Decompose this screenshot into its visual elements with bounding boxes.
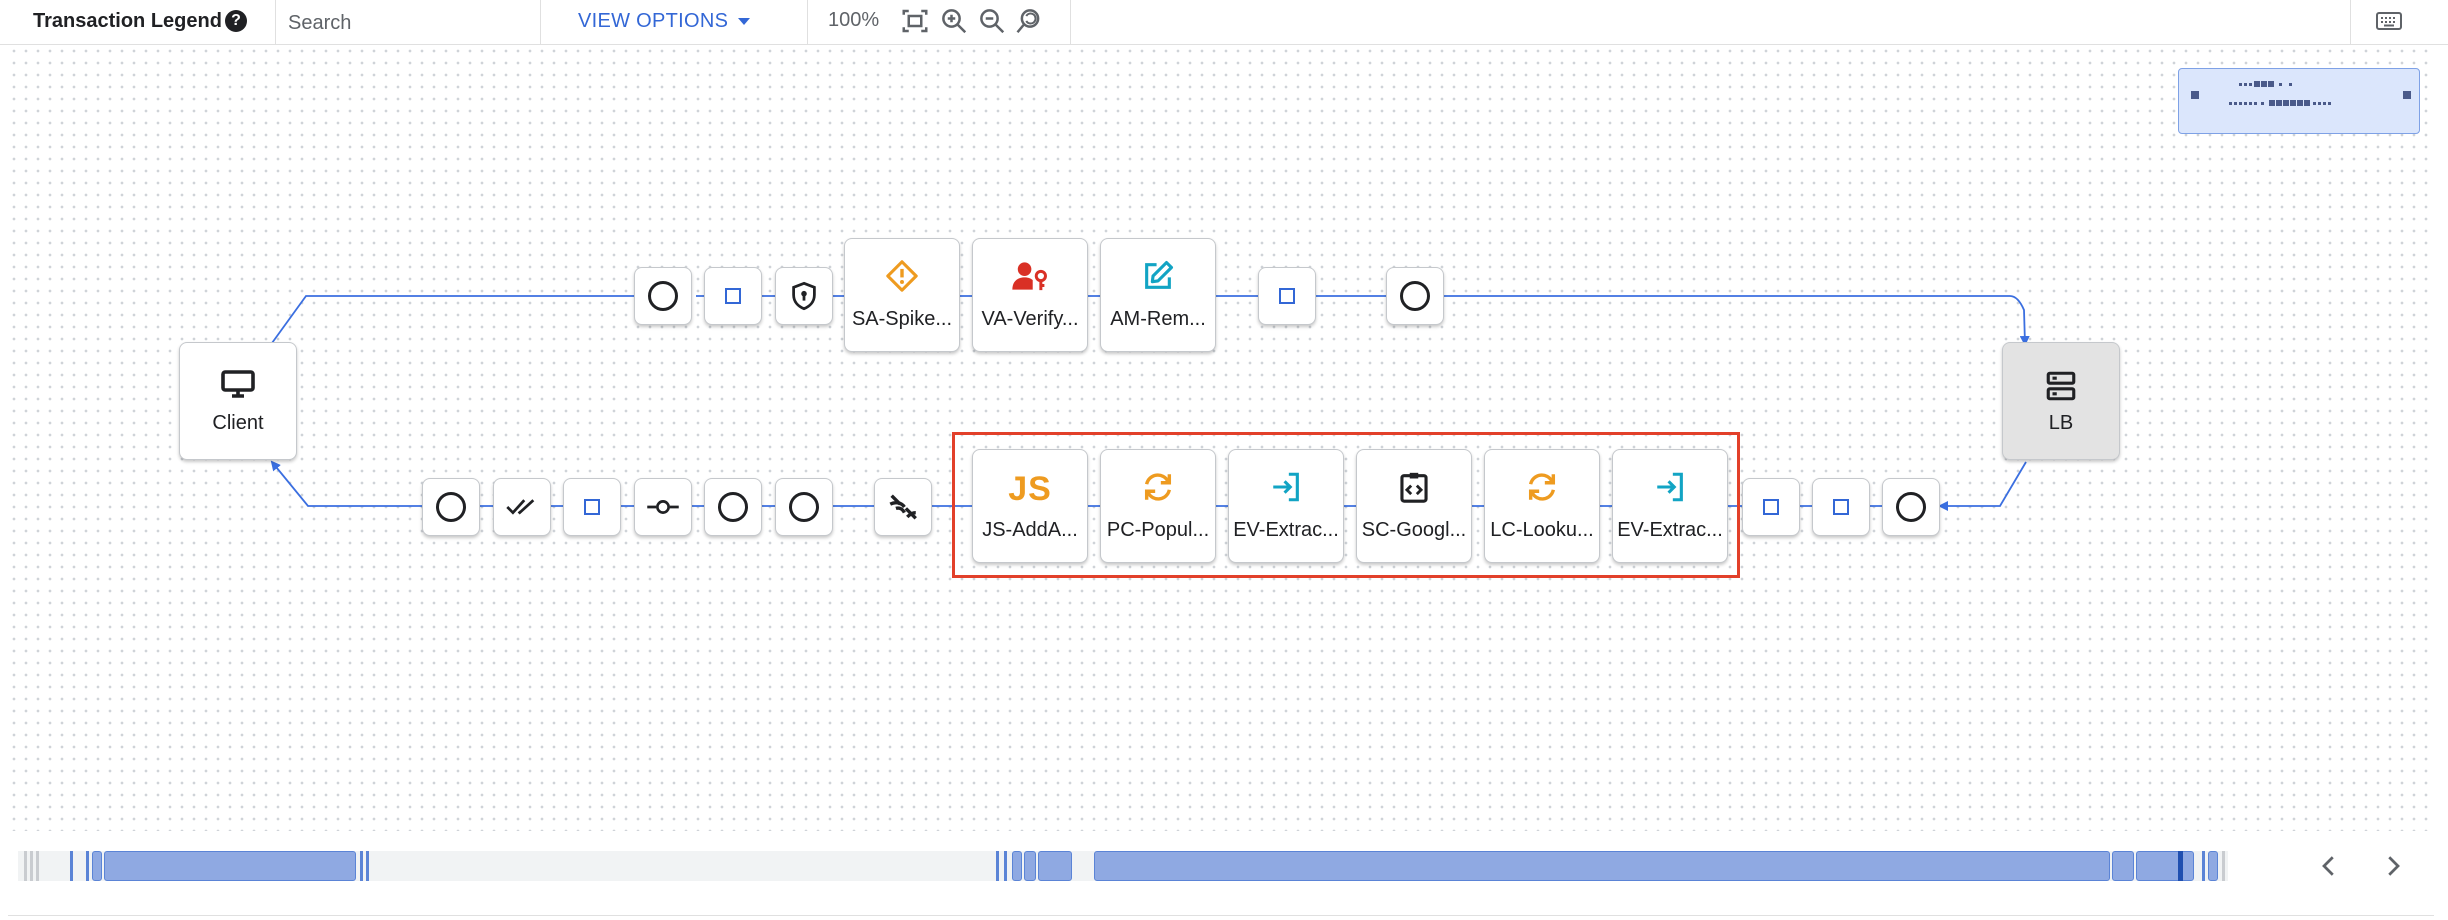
flow-node-condition[interactable] [1742, 478, 1800, 536]
timeline-segment[interactable] [104, 851, 356, 881]
fault-icon [889, 494, 917, 520]
chevron-left-icon[interactable] [2314, 851, 2344, 881]
timeline-segment[interactable] [1038, 851, 1072, 881]
policy-label: AM-Rem... [1110, 308, 1206, 330]
warning-icon [886, 260, 918, 292]
diamond-icon [725, 288, 741, 304]
policy-label: VA-Verify... [981, 308, 1079, 330]
timeline-segment[interactable] [1012, 851, 1022, 881]
double-check-icon [506, 499, 535, 515]
timeline-segment[interactable] [2208, 851, 2218, 881]
timeline-tick [30, 851, 33, 881]
flow-node-start[interactable] [1882, 478, 1940, 536]
policy-node-am-rem[interactable]: AM-Rem... [1100, 238, 1216, 352]
client-label: Client [212, 412, 264, 434]
flow-node-step[interactable] [634, 478, 692, 536]
minimap-preview [2191, 81, 2411, 106]
circle-icon [436, 492, 466, 522]
diamond-icon [1833, 499, 1849, 515]
timeline-tick [360, 851, 363, 881]
policy-node-sa-spike[interactable]: SA-Spike... [844, 238, 960, 352]
chevron-right-icon[interactable] [2378, 851, 2408, 881]
minimap[interactable] [2178, 68, 2420, 134]
circle-icon [718, 492, 748, 522]
timeline-segment[interactable] [1094, 851, 2110, 881]
diamond-icon [584, 499, 600, 515]
flow-node-condition[interactable] [1258, 267, 1316, 325]
timeline-tick [996, 851, 999, 881]
timeline-tick [24, 851, 27, 881]
flow-node-security[interactable] [775, 267, 833, 325]
timeline-tick [70, 851, 73, 881]
server-icon [2046, 371, 2076, 401]
flow-node-start[interactable] [704, 478, 762, 536]
diamond-icon [1763, 499, 1779, 515]
flow-node-end[interactable] [1386, 267, 1444, 325]
divider [8, 915, 2434, 916]
timeline-segment[interactable] [2136, 851, 2194, 881]
flow-node-condition[interactable] [1812, 478, 1870, 536]
edge-lb-to-bottom [1938, 461, 2027, 511]
timeline-tick [366, 851, 369, 881]
person-key-icon [1012, 262, 1047, 291]
flow-node-response[interactable] [493, 478, 551, 536]
commit-icon [647, 500, 679, 514]
timeline-tick [86, 851, 89, 881]
lb-endpoint[interactable]: LB [2002, 342, 2120, 460]
timeline-tick [36, 851, 39, 881]
timeline-scrubber[interactable] [18, 849, 2228, 881]
edit-icon [1145, 260, 1174, 289]
policy-label: SA-Spike... [851, 308, 953, 330]
flow-node-start[interactable] [775, 478, 833, 536]
timeline-tick [2178, 851, 2183, 881]
edge-bottom-to-client [270, 460, 420, 507]
timeline-tick [2202, 851, 2205, 881]
timeline-segment[interactable] [2112, 851, 2134, 881]
timeline-segment[interactable] [92, 851, 102, 881]
policy-node-va-verify[interactable]: VA-Verify... [972, 238, 1088, 352]
flow-node-condition[interactable] [704, 267, 762, 325]
edge-client-to-top [271, 295, 660, 344]
flow-node-condition[interactable] [563, 478, 621, 536]
circle-icon [789, 492, 819, 522]
circle-icon [648, 281, 678, 311]
client-endpoint[interactable]: Client [179, 342, 297, 460]
diamond-icon [1279, 288, 1295, 304]
flow-node-fault[interactable] [874, 478, 932, 536]
flow-node-end[interactable] [422, 478, 480, 536]
lb-label: LB [2048, 412, 2074, 434]
timeline-tick [1004, 851, 1007, 881]
flow-node-start[interactable] [634, 267, 692, 325]
selection-highlight [952, 432, 1740, 578]
monitor-icon [221, 370, 255, 398]
shield-icon [792, 281, 816, 311]
circle-icon [1400, 281, 1430, 311]
timeline-tick [2222, 851, 2225, 881]
timeline-segment[interactable] [1024, 851, 1036, 881]
circle-icon [1896, 492, 1926, 522]
